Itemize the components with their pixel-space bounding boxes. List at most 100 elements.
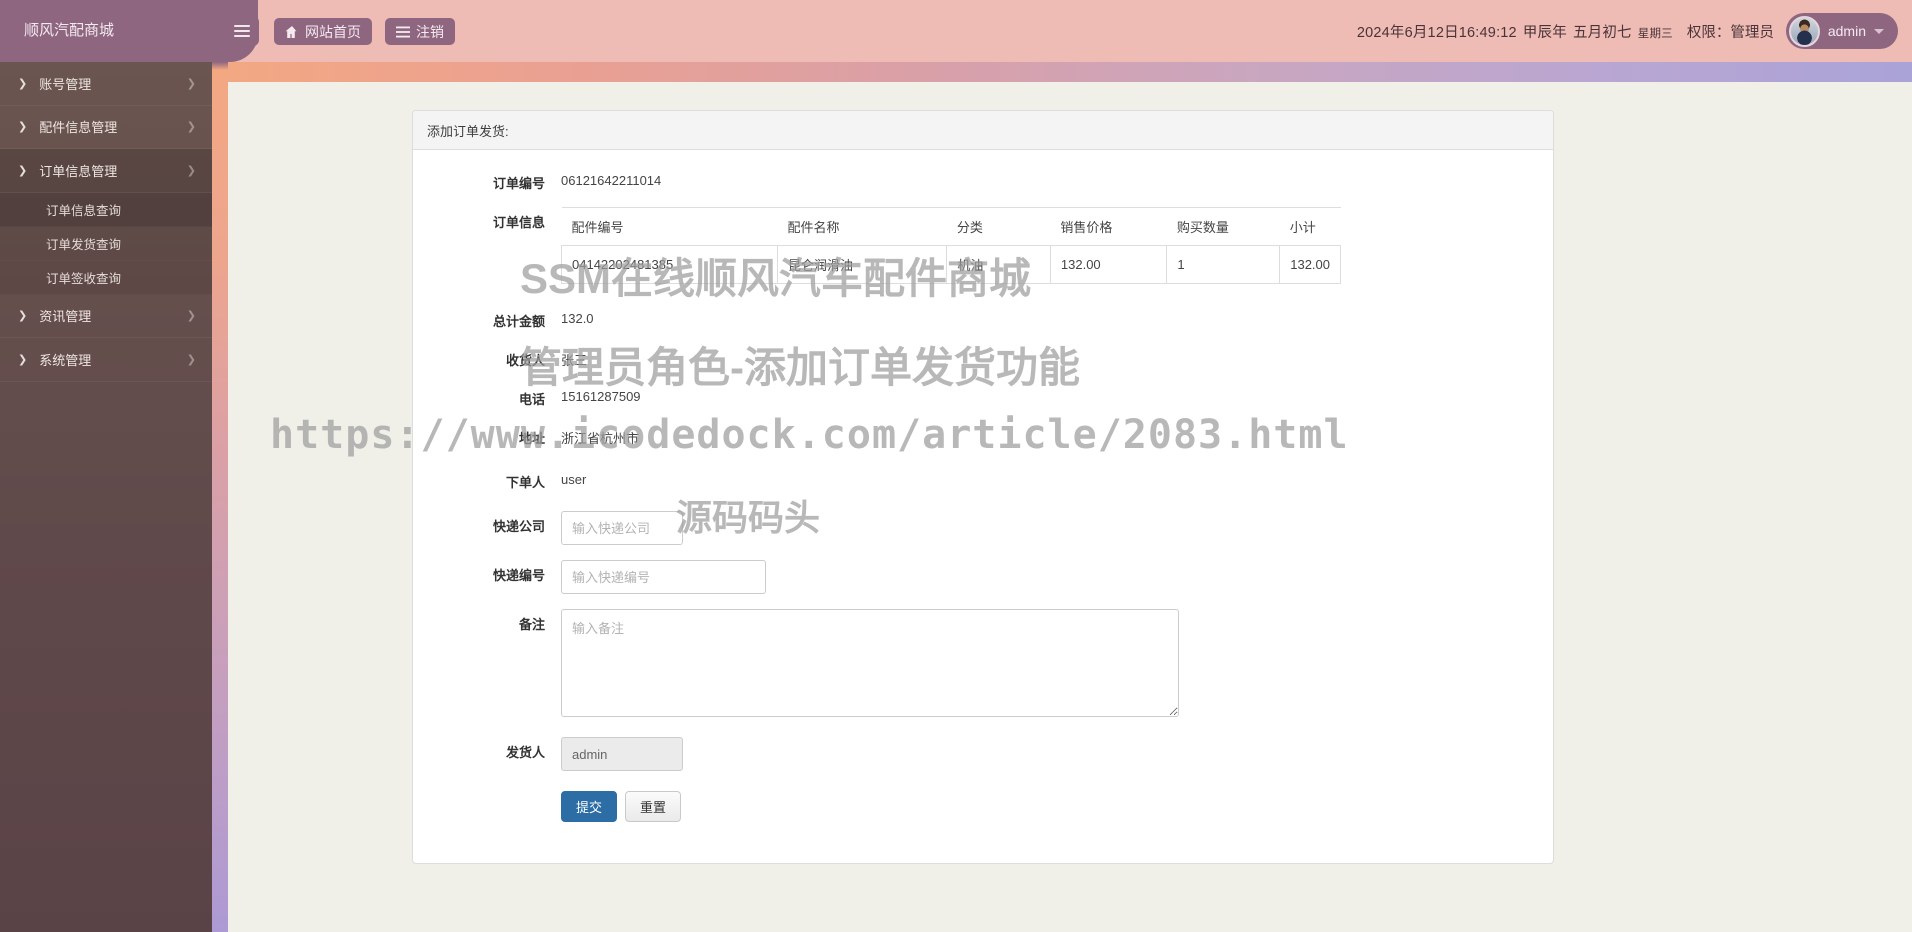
chevron-right-icon: ❯ [186, 353, 196, 366]
logout-button[interactable]: 注销 [385, 18, 455, 45]
field-row-express-company: 快递公司 [413, 511, 1553, 545]
table-header-row: 配件编号 配件名称 分类 销售价格 购买数量 小计 [561, 207, 1341, 246]
address-label: 地址 [518, 431, 545, 446]
brand-title: 顺风汽配商城 [0, 0, 258, 62]
table-row: 04142202481385 昆仑润滑油 机油 132.00 1 132.00 [561, 245, 1341, 284]
field-row-express-no: 快递编号 [413, 560, 1553, 594]
field-row-phone: 电话 15161287509 [413, 384, 1553, 408]
chevron-right-icon: ❯ [18, 77, 28, 90]
sidebar-item-label: 系统管理 [39, 352, 92, 368]
td-price: 132.00 [1049, 245, 1168, 284]
logout-button-label: 注销 [416, 23, 444, 40]
order-items-table: 配件编号 配件名称 分类 销售价格 购买数量 小计 04142202481385… [561, 207, 1341, 284]
th-quantity: 购买数量 [1166, 207, 1280, 246]
weekday-text: 星期三 [1637, 27, 1673, 40]
address-value: 浙江省杭州市 [561, 431, 640, 446]
table-body: 04142202481385 昆仑润滑油 机油 132.00 1 132.00 [561, 245, 1341, 284]
panel-title: 添加订单发货: [413, 111, 1553, 150]
gradient-top-strip [212, 62, 1912, 82]
sidebar-item-label: 配件信息管理 [39, 120, 118, 136]
th-price: 销售价格 [1050, 207, 1167, 246]
remark-label: 备注 [518, 617, 545, 632]
field-row-total: 总计金额 132.0 [413, 306, 1553, 330]
sidebar-item-label: 资讯管理 [39, 309, 92, 325]
express-no-input[interactable] [561, 560, 766, 594]
sidebar-item-account[interactable]: ❯ 账号管理 ❯ [0, 62, 212, 106]
header-right-area: 2024年6月12日16:49:12 甲辰年 五月初七 星期三 权限：管理员 a… [1357, 0, 1912, 62]
top-bar: 顺风汽配商城 网站首页 注销 2024年6月12日16:49:12 甲辰年 五月… [0, 0, 1912, 62]
home-button-label: 网站首页 [305, 23, 361, 40]
orderer-value: user [561, 472, 587, 487]
permission-value: 管理员 [1730, 24, 1774, 41]
actions-spacer [413, 786, 561, 791]
phone-label: 电话 [518, 392, 545, 407]
chevron-down-icon [1874, 28, 1884, 34]
express-company-input[interactable] [561, 511, 683, 545]
sidebar-item-orders[interactable]: ❯ 订单信息管理 ❯ [0, 149, 212, 193]
user-name-label: admin [1827, 23, 1866, 39]
field-row-remark: 备注 [413, 609, 1553, 717]
td-quantity: 1 [1166, 245, 1281, 284]
td-part-no: 04142202481385 [561, 245, 778, 284]
total-label: 总计金额 [492, 314, 545, 329]
header-datetime: 2024年6月12日16:49:12 甲辰年 五月初七 星期三 [1357, 21, 1673, 42]
avatar [1788, 15, 1820, 47]
hamburger-icon-line [234, 30, 250, 32]
content-area: 添加订单发货: 订单编号 06121642211014 订单信息 配件编号 配件… [228, 82, 1912, 932]
chevron-right-icon: ❯ [18, 121, 28, 134]
field-row-order-info: 订单信息 配件编号 配件名称 分类 销售价格 购买数量 小计 041422024… [413, 207, 1553, 284]
field-row-orderer: 下单人 user [413, 467, 1553, 491]
td-category: 机油 [946, 245, 1051, 284]
ganzhi-year-text: 甲辰年 [1522, 24, 1567, 41]
sidebar-subitem-order-query[interactable]: 订单信息查询 [0, 192, 212, 227]
th-subtotal: 小计 [1279, 207, 1341, 246]
shipper-label: 发货人 [505, 745, 545, 760]
orderer-label: 下单人 [505, 475, 545, 490]
order-no-label: 订单编号 [492, 176, 545, 191]
express-company-label: 快递公司 [492, 519, 545, 534]
sidebar-subitem-shipment-query[interactable]: 订单发货查询 [0, 226, 212, 261]
permission-label: 权限： [1686, 24, 1731, 41]
chevron-down-icon: ❯ [186, 164, 196, 177]
sidebar-item-label: 账号管理 [39, 76, 92, 92]
chevron-right-icon: ❯ [18, 310, 28, 323]
field-row-address: 地址 浙江省杭州市 [413, 423, 1553, 447]
sidebar-subitem-receipt-query[interactable]: 订单签收查询 [0, 260, 212, 295]
td-subtotal: 132.00 [1279, 245, 1341, 284]
sidebar-item-label: 订单信息管理 [39, 163, 118, 179]
hamburger-icon-line [234, 25, 250, 27]
reset-button[interactable]: 重置 [625, 791, 682, 822]
sidebar: ❯ 账号管理 ❯ ❯ 配件信息管理 ❯ ❯ 订单信息管理 ❯ 订单信息查询 订单… [0, 62, 212, 932]
th-part-no: 配件编号 [561, 207, 778, 246]
order-info-label: 订单信息 [492, 215, 545, 230]
sidebar-subitem-label: 订单签收查询 [46, 271, 122, 286]
list-icon [396, 26, 410, 38]
panel-body: 订单编号 06121642211014 订单信息 配件编号 配件名称 分类 销售… [413, 150, 1553, 863]
chevron-right-icon: ❯ [18, 353, 28, 366]
chevron-right-icon: ❯ [186, 310, 196, 323]
sidebar-subitem-label: 订单发货查询 [46, 237, 122, 252]
gradient-edge-strip [212, 0, 228, 932]
chevron-right-icon: ❯ [186, 121, 196, 134]
remark-textarea[interactable] [561, 609, 1179, 717]
th-part-name: 配件名称 [777, 207, 947, 246]
permission-info: 权限：管理员 [1687, 21, 1774, 42]
user-menu[interactable]: admin [1785, 13, 1898, 49]
home-button[interactable]: 网站首页 [274, 18, 372, 45]
sidebar-item-parts[interactable]: ❯ 配件信息管理 ❯ [0, 106, 212, 149]
order-no-value: 06121642211014 [561, 173, 662, 188]
total-value: 132.0 [561, 311, 594, 326]
submit-button[interactable]: 提交 [561, 791, 618, 822]
phone-value: 15161287509 [561, 389, 641, 404]
field-row-consignee: 收货人 张三 [413, 345, 1553, 369]
sidebar-item-news[interactable]: ❯ 资讯管理 ❯ [0, 295, 212, 338]
shipper-input [561, 737, 683, 771]
sidebar-item-system[interactable]: ❯ 系统管理 ❯ [0, 338, 212, 382]
lunar-date-text: 五月初七 [1572, 24, 1632, 41]
datetime-text: 2024年6月12日16:49:12 [1356, 24, 1517, 41]
add-shipment-panel: 添加订单发货: 订单编号 06121642211014 订单信息 配件编号 配件… [412, 110, 1554, 864]
td-part-name: 昆仑润滑油 [776, 245, 948, 284]
sidebar-toggle-button[interactable] [225, 16, 259, 46]
home-icon [285, 25, 299, 39]
field-row-shipper: 发货人 [413, 737, 1553, 771]
